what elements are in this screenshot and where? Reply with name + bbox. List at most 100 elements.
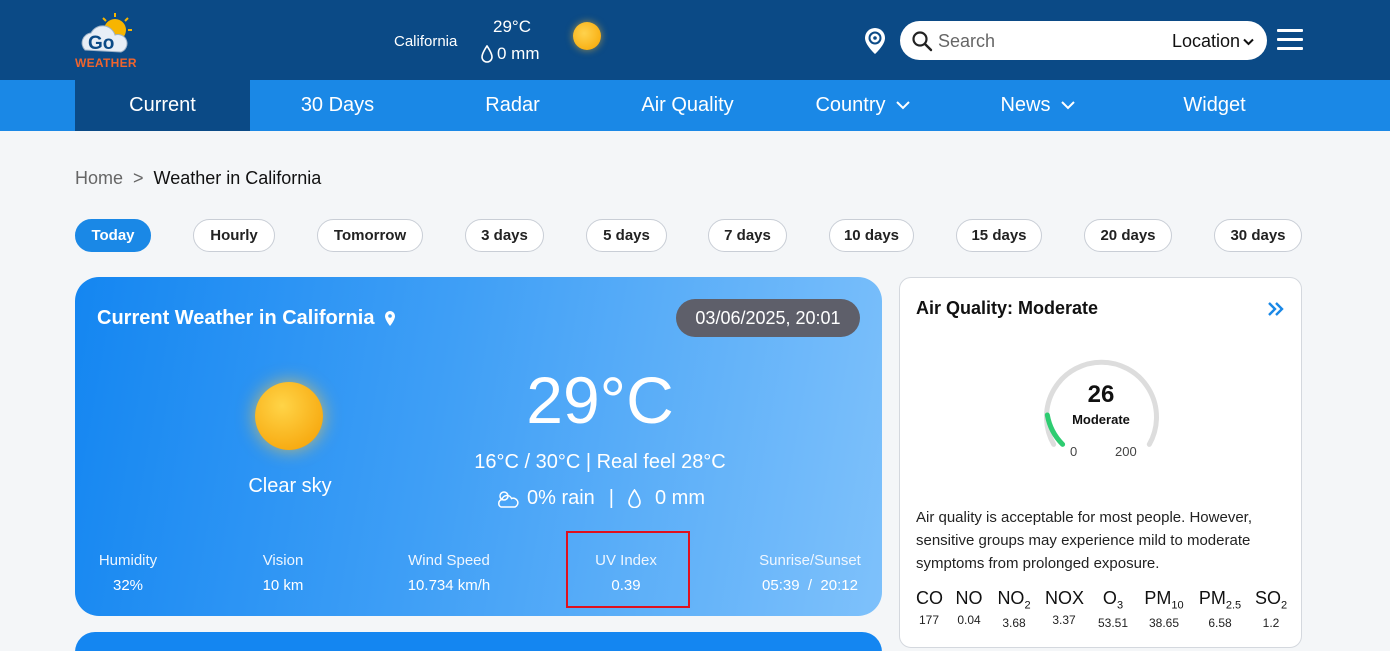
pollutant-no-value: 0.04 bbox=[957, 613, 981, 627]
pollutant-nox-name: NOX bbox=[1045, 588, 1085, 608]
temperature-range: 16°C / 30°C | Real feel 28°C bbox=[474, 451, 726, 473]
double-chevron-right-icon[interactable] bbox=[1266, 300, 1286, 318]
nav-air-quality[interactable]: Air Quality bbox=[600, 80, 775, 131]
aqi-value: 26 bbox=[1087, 381, 1115, 408]
stat-wind-speed: Wind Speed 10.734 km/h bbox=[400, 552, 498, 594]
current-weather-card: Current Weather in California 03/06/2025… bbox=[75, 277, 882, 616]
rain-chance: 0% rain bbox=[526, 487, 595, 509]
chevron-down-icon bbox=[1060, 101, 1075, 110]
stat-humidity: Humidity 32% bbox=[97, 552, 159, 594]
stat-sunrise-sunset: Sunrise/Sunset 05:39 / 20:12 bbox=[755, 552, 865, 594]
aqi-description: Air quality is acceptable for most peopl… bbox=[916, 509, 1252, 572]
rain-row: 0% rain | 0 mm bbox=[425, 487, 775, 510]
pill-20-days[interactable]: 20 days bbox=[1084, 219, 1172, 252]
hamburger-menu-icon[interactable] bbox=[1277, 29, 1303, 51]
pollutant-so2: SO2 1.2 bbox=[1255, 588, 1287, 630]
nav-widget[interactable]: Widget bbox=[1127, 80, 1302, 131]
nav-current[interactable]: Current bbox=[75, 80, 250, 131]
nav-country-label: Country bbox=[815, 94, 886, 116]
pollutant-pm10: PM10 38.65 bbox=[1143, 588, 1185, 630]
sun-icon bbox=[573, 22, 601, 50]
uv-index-highlight bbox=[566, 531, 690, 608]
search-bar: Location bbox=[900, 21, 1267, 60]
nav-air-quality-label: Air Quality bbox=[641, 94, 734, 116]
pill-15-days[interactable]: 15 days bbox=[956, 219, 1042, 252]
search-input[interactable] bbox=[938, 29, 1138, 53]
pollutant-co: CO 177 bbox=[916, 588, 943, 627]
stat-humidity-value: 32% bbox=[112, 577, 144, 594]
rain-separator: | bbox=[608, 487, 614, 509]
pollutant-nox-value: 3.37 bbox=[1052, 613, 1076, 627]
weather-condition: Clear sky bbox=[248, 475, 332, 497]
pill-hourly[interactable]: Hourly bbox=[193, 219, 275, 252]
header-temperature: 29°C bbox=[493, 17, 531, 36]
pill-7-days[interactable]: 7 days bbox=[708, 219, 787, 252]
breadcrumb: Home > Weather in California bbox=[75, 168, 321, 189]
pollutant-no2-value: 3.68 bbox=[1002, 615, 1026, 630]
nav-news-label: News bbox=[1000, 94, 1051, 116]
nav-30-days[interactable]: 30 Days bbox=[250, 80, 425, 131]
pollutant-nox: NOX 3.37 bbox=[1045, 588, 1085, 627]
pollutant-o3: O3 53.51 bbox=[1096, 588, 1130, 630]
aqi-level: Moderate bbox=[1072, 412, 1130, 427]
nav-radar[interactable]: Radar bbox=[425, 80, 600, 131]
stat-vision-value: 10 km bbox=[262, 577, 304, 594]
card-title-text: Current Weather in California bbox=[97, 307, 375, 329]
pollutant-no2: NO2 3.68 bbox=[997, 588, 1031, 630]
breadcrumb-home[interactable]: Home bbox=[75, 168, 123, 189]
air-quality-title: Air Quality: Moderate bbox=[916, 298, 1099, 318]
pill-30-days[interactable]: 30 days bbox=[1214, 219, 1302, 252]
current-temperature: 29°C bbox=[526, 363, 674, 437]
stat-vision: Vision 10 km bbox=[255, 552, 311, 594]
logo-text: WEATHER bbox=[75, 56, 137, 70]
pollutant-pm25: PM2.5 6.58 bbox=[1197, 588, 1243, 630]
aqi-min: 0 bbox=[1070, 444, 1078, 459]
search-icon[interactable] bbox=[911, 30, 933, 52]
pill-5-days[interactable]: 5 days bbox=[586, 219, 667, 252]
card-title: Current Weather in California bbox=[97, 307, 396, 330]
next-card bbox=[75, 632, 882, 651]
header-city: California bbox=[394, 33, 458, 50]
breadcrumb-current: Weather in California bbox=[153, 168, 322, 188]
nav-30-days-label: 30 Days bbox=[300, 94, 375, 116]
pollutant-so2-value: 1.2 bbox=[1262, 615, 1280, 630]
sun-icon bbox=[255, 382, 323, 450]
header-rain: 0 mm bbox=[481, 44, 540, 64]
location-select[interactable]: Location bbox=[1172, 31, 1254, 52]
breadcrumb-separator: > bbox=[133, 168, 144, 188]
pill-3-days[interactable]: 3 days bbox=[465, 219, 544, 252]
stat-vision-label: Vision bbox=[262, 552, 304, 569]
nav-news[interactable]: News bbox=[950, 80, 1125, 131]
pollutant-pm25-value: 6.58 bbox=[1208, 615, 1232, 630]
nav-current-label: Current bbox=[129, 94, 196, 116]
pollutant-pm10-name: PM10 bbox=[1144, 588, 1184, 612]
pollutant-no: NO 0.04 bbox=[955, 588, 983, 627]
map-pin-icon bbox=[385, 311, 396, 326]
pollutant-pm10-value: 38.65 bbox=[1148, 615, 1180, 630]
svg-text:Go: Go bbox=[88, 33, 114, 54]
nav-widget-label: Widget bbox=[1183, 94, 1246, 116]
stat-sun-value: 05:39 / 20:12 bbox=[762, 577, 858, 594]
pollutant-co-value: 177 bbox=[918, 613, 940, 627]
stat-wind-value: 10.734 km/h bbox=[407, 577, 491, 594]
pill-tomorrow[interactable]: Tomorrow bbox=[317, 219, 423, 252]
cloud-sun-icon bbox=[498, 490, 519, 508]
pollutant-so2-name: SO2 bbox=[1255, 588, 1288, 612]
stat-sun-label: Sunrise/Sunset bbox=[759, 552, 861, 569]
pollutant-o3-value: 53.51 bbox=[1097, 615, 1129, 630]
nav-country[interactable]: Country bbox=[775, 80, 950, 131]
air-quality-card: Air Quality: Moderate 26 Moderate 0 200 … bbox=[899, 277, 1302, 648]
pollutant-o3-name: O3 bbox=[1102, 588, 1124, 612]
nav-radar-label: Radar bbox=[485, 94, 540, 116]
main-nav: Current 30 Days Radar Air Quality Countr… bbox=[0, 80, 1390, 131]
pill-today[interactable]: Today bbox=[75, 219, 151, 252]
stat-humidity-label: Humidity bbox=[98, 552, 158, 569]
stat-wind-label: Wind Speed bbox=[408, 552, 490, 569]
pollutant-pm25-name: PM2.5 bbox=[1198, 588, 1242, 612]
pollutant-co-name: CO bbox=[916, 588, 943, 608]
datetime-badge: 03/06/2025, 20:01 bbox=[676, 299, 860, 337]
header-rain-value: 0 mm bbox=[497, 44, 540, 63]
location-pin-icon[interactable] bbox=[862, 27, 888, 55]
pill-10-days[interactable]: 10 days bbox=[829, 219, 914, 252]
chevron-down-icon bbox=[895, 101, 910, 110]
